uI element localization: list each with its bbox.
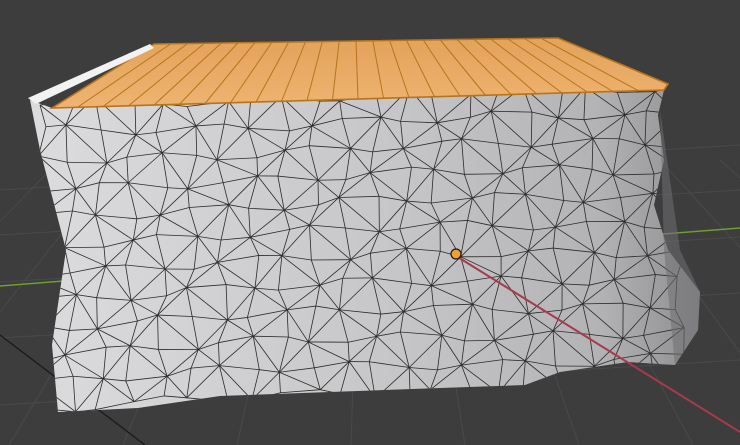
mesh-edge (340, 393, 376, 399)
mesh-edge (498, 392, 523, 397)
mesh-edge (470, 387, 499, 394)
mesh-edge (563, 383, 587, 392)
3d-viewport[interactable] (0, 0, 740, 445)
mesh-edge (375, 395, 411, 399)
viewport-scene[interactable] (0, 0, 740, 445)
grid-line (719, 159, 740, 179)
mesh-edge (678, 114, 687, 149)
mesh-edge (35, 298, 46, 327)
mesh-edge (35, 247, 65, 279)
mesh-edge (464, 173, 503, 175)
mesh-edge (41, 326, 46, 362)
mesh-edge (409, 389, 431, 397)
mesh-object[interactable] (28, 37, 700, 412)
mesh-edge (469, 94, 472, 118)
mesh-edge (228, 399, 252, 403)
mesh-edge (34, 155, 39, 193)
mesh-edge (679, 148, 687, 169)
mesh-edge (430, 387, 471, 391)
mesh-edge (33, 380, 40, 409)
mesh-edge (674, 90, 679, 115)
mesh-edge (42, 213, 46, 243)
mesh-edge (616, 381, 656, 387)
mesh-edge (34, 192, 44, 214)
object-origin-point[interactable] (450, 248, 462, 260)
mesh-edge (522, 391, 564, 397)
mesh-edge (673, 168, 681, 197)
mesh-edge (586, 381, 617, 385)
